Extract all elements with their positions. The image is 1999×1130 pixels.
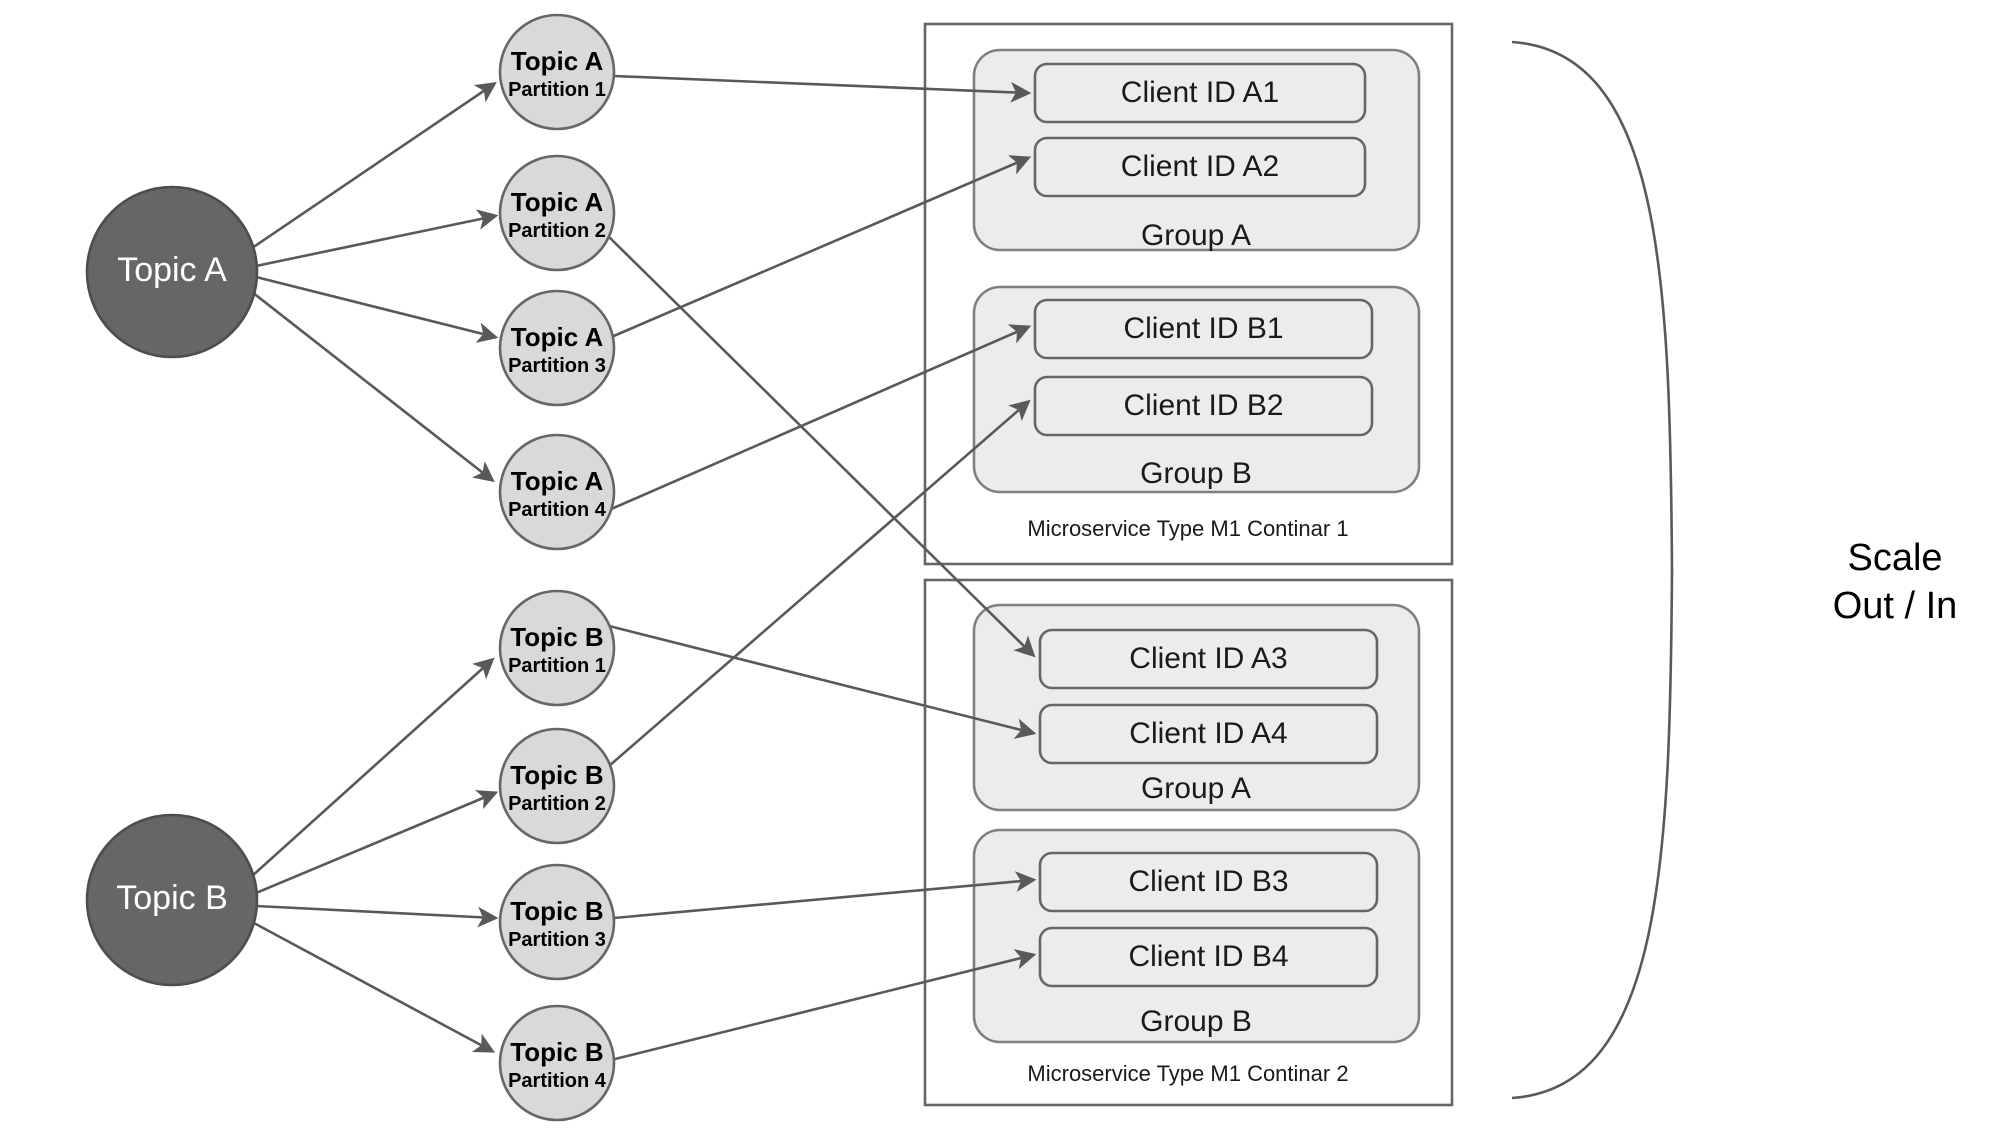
partition-topic-label: Topic A: [511, 46, 604, 76]
partition-index-label: Partition 2: [508, 220, 606, 242]
client-item[interactable]: Client ID B4: [1038, 926, 1379, 988]
client-item[interactable]: Client ID B2: [1033, 375, 1374, 437]
containers-layer: Client ID A1Client ID A2Group AClient ID…: [923, 22, 1454, 1107]
topic-node[interactable]: Topic A: [85, 185, 259, 359]
partition-index-label: Partition 4: [508, 499, 607, 521]
partition-topic-label: Topic B: [510, 896, 603, 926]
partition-topic-label: Topic A: [511, 322, 604, 352]
partition-node[interactable]: Topic B Partition 1: [498, 589, 616, 707]
edges-layer: [251, 74, 1037, 1062]
topic-label: Topic B: [116, 879, 228, 917]
topic-label: Topic A: [117, 251, 227, 289]
scale-label-line2: Out / In: [1833, 585, 1958, 627]
partition-topic-label: Topic B: [510, 760, 603, 790]
connector-arrow: [255, 275, 499, 343]
partition-node[interactable]: Topic B Partition 2: [498, 727, 616, 845]
partition-topic-label: Topic B: [510, 622, 603, 652]
client-label: Client ID B3: [1128, 865, 1288, 898]
partition-index-label: Partition 1: [508, 79, 606, 101]
client-label: Client ID A4: [1129, 717, 1287, 750]
partition-node[interactable]: Topic A Partition 3: [498, 289, 616, 407]
consumer-group: Client ID A1 Client ID A2 Group A: [972, 48, 1421, 252]
partition-index-label: Partition 4: [508, 1070, 607, 1092]
connector-arrow: [255, 904, 499, 928]
partition-node[interactable]: Topic A Partition 1: [498, 13, 616, 131]
group-label: Group B: [1140, 457, 1252, 490]
microservice-container: Client ID A3Client ID A4Group AClient ID…: [923, 578, 1454, 1107]
architecture-diagram: Client ID A1Client ID A2Group AClient ID…: [85, 13, 1958, 1122]
partition-index-label: Partition 3: [508, 929, 606, 951]
container-caption: Microservice Type M1 Continar 1: [1027, 516, 1348, 541]
partition-node[interactable]: Topic A Partition 2: [498, 154, 616, 272]
microservice-container: Client ID A1Client ID A2Group AClient ID…: [923, 22, 1454, 566]
partition-index-label: Partition 3: [508, 355, 606, 377]
partition-index-label: Partition 2: [508, 793, 606, 815]
client-label: Client ID B4: [1128, 940, 1288, 973]
client-label: Client ID B1: [1123, 312, 1283, 345]
client-label: Client ID A2: [1121, 150, 1279, 183]
partition-node[interactable]: Topic B Partition 3: [498, 863, 616, 981]
partition-node[interactable]: Topic A Partition 4: [498, 433, 616, 551]
client-item[interactable]: Client ID A2: [1033, 136, 1367, 198]
group-label: Group A: [1141, 219, 1251, 252]
scale-label-line1: Scale: [1847, 537, 1942, 579]
client-item[interactable]: Client ID A3: [1038, 628, 1379, 690]
topics-layer: Topic A Topic B: [85, 185, 259, 987]
consumer-group: Client ID B1 Client ID B2 Group B: [972, 285, 1421, 494]
connector-arrow: [251, 920, 496, 1053]
connector-arrow: [255, 790, 499, 895]
client-item[interactable]: Client ID B1: [1033, 298, 1374, 360]
diagram-canvas: Client ID A1 Client ID A2 Group A Client ID…: [0, 0, 1999, 1130]
client-label: Client ID A1: [1121, 76, 1279, 109]
group-label: Group B: [1140, 1005, 1252, 1038]
scale-brace-layer: Scale Out / In: [1511, 40, 1958, 1100]
client-label: Client ID A3: [1129, 642, 1287, 675]
connector-arrow: [251, 290, 495, 483]
partition-topic-label: Topic A: [511, 187, 604, 217]
container-caption: Microservice Type M1 Continar 2: [1027, 1061, 1348, 1086]
client-item[interactable]: Client ID A4: [1038, 703, 1379, 765]
consumer-group: Client ID A3 Client ID A4 Group A: [972, 603, 1421, 812]
client-item[interactable]: Client ID A1: [1033, 62, 1367, 124]
partition-topic-label: Topic B: [510, 1037, 603, 1067]
partition-node[interactable]: Topic B Partition 4: [498, 1004, 616, 1122]
client-item[interactable]: Client ID B3: [1038, 851, 1379, 913]
partitions-layer: Topic APartition 1Topic APartition 2Topi…: [498, 13, 616, 1122]
topic-node[interactable]: Topic B: [85, 813, 259, 987]
consumer-group: Client ID B3 Client ID B4 Group B: [972, 828, 1421, 1044]
group-label: Group A: [1141, 772, 1251, 805]
connector-arrow: [255, 209, 499, 268]
partition-topic-label: Topic A: [511, 466, 604, 496]
partition-index-label: Partition 1: [508, 655, 606, 677]
client-label: Client ID B2: [1123, 389, 1283, 422]
scale-brace-icon: [1511, 40, 1674, 1100]
